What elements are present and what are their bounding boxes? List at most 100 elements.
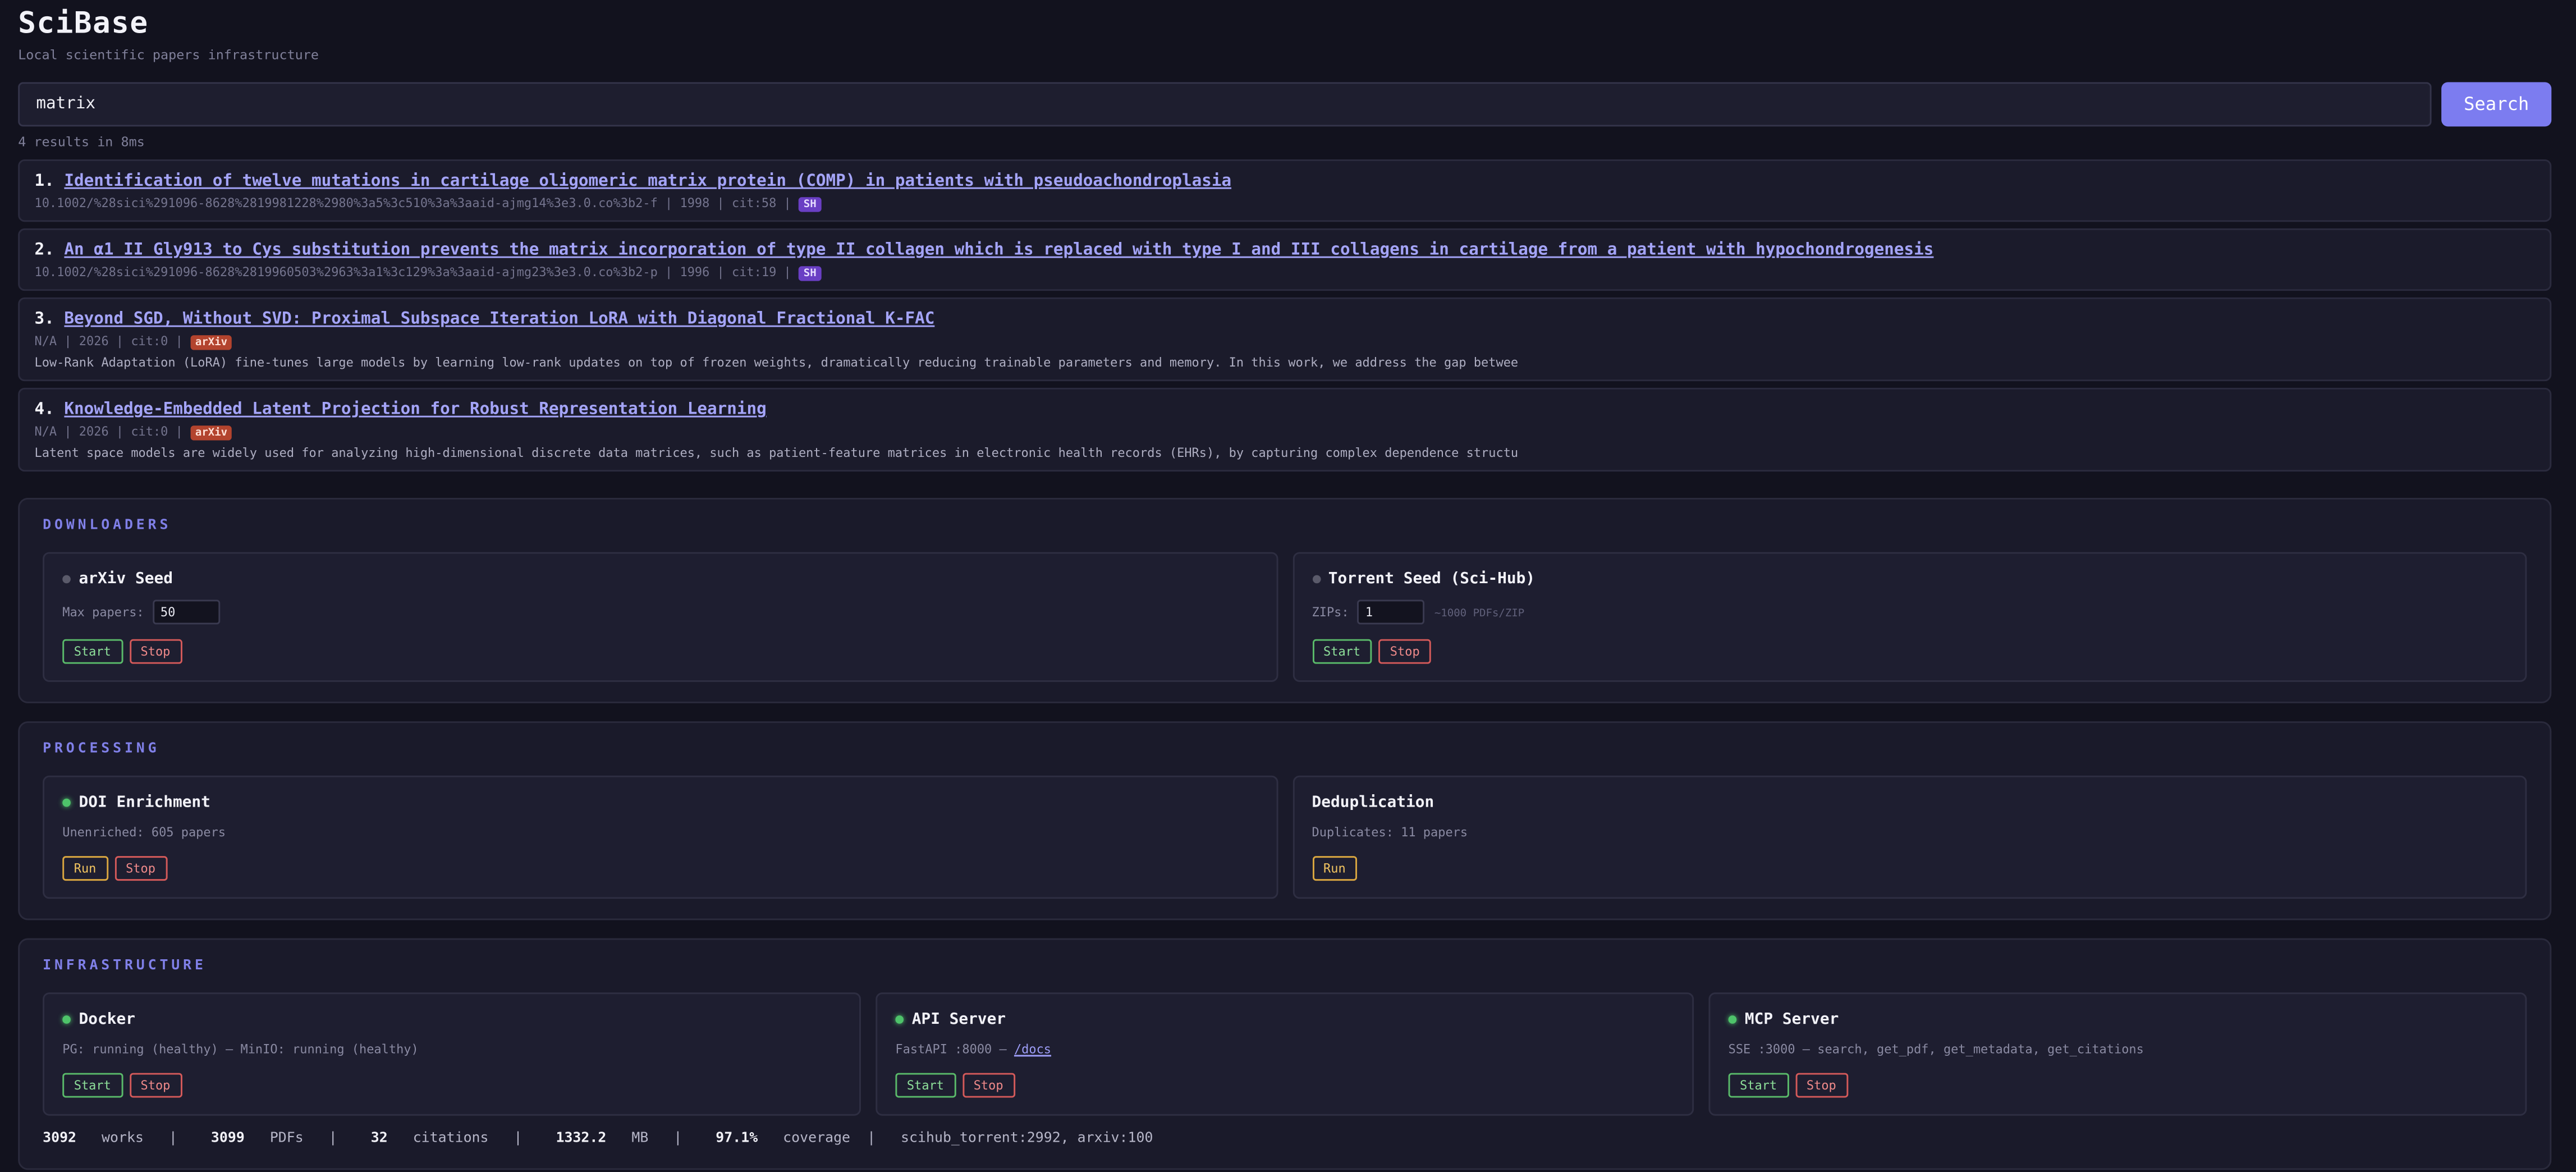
field-label: Max papers: <box>62 605 144 620</box>
citations-count: 32 <box>370 1130 388 1147</box>
downloaders-section: DOWNLOADERS arXiv Seed Max papers: Start… <box>18 498 2552 703</box>
citations-label: citations <box>412 1130 489 1147</box>
doi-run-button[interactable]: Run <box>62 856 108 881</box>
torrent-start-button[interactable]: Start <box>1312 639 1372 664</box>
api-start-button[interactable]: Start <box>895 1073 956 1098</box>
api-desc-text: FastAPI :8000 — <box>895 1041 1014 1057</box>
result-title-link[interactable]: Identification of twelve mutations in ca… <box>64 172 1231 190</box>
stats-separator: | <box>168 1130 177 1147</box>
card-description: Duplicates: 11 papers <box>1312 825 1468 840</box>
storage-label: MB <box>631 1130 649 1147</box>
arxiv-start-button[interactable]: Start <box>62 639 123 664</box>
doi-stop-button[interactable]: Stop <box>114 856 167 881</box>
result-title-link[interactable]: Knowledge-Embedded Latent Projection for… <box>64 401 766 419</box>
torrent-seed-card: Torrent Seed (Sci-Hub) ZIPs: ~1000 PDFs/… <box>1292 552 2527 682</box>
card-title: MCP Server <box>1728 1009 2508 1028</box>
stats-separator: | <box>514 1130 522 1147</box>
card-title: arXiv Seed <box>62 569 1258 588</box>
result-title-link[interactable]: Beyond SGD, Without SVD: Proximal Subspa… <box>64 310 934 328</box>
result-number: 3. <box>34 310 54 329</box>
source-badge: SH <box>798 266 822 281</box>
result-number: 1. <box>34 172 54 191</box>
results-count: 4 results in 8ms <box>18 135 145 150</box>
arxiv-seed-card: arXiv Seed Max papers: Start Stop <box>43 552 1278 682</box>
source-breakdown: scihub_torrent:2992, arxiv:100 <box>901 1130 1153 1147</box>
result-meta-text: N/A | 2026 | cit:0 | <box>34 424 191 439</box>
max-papers-input[interactable] <box>152 599 220 625</box>
card-title: Docker <box>62 1009 841 1028</box>
card-title-label: API Server <box>911 1009 1006 1028</box>
status-dot-icon <box>895 1014 904 1023</box>
zips-field: ZIPs: ~1000 PDFs/ZIP <box>1312 599 2508 625</box>
app-title: SciBase <box>18 6 149 42</box>
deduplication-card: Deduplication Duplicates: 11 papers Run <box>1292 775 2527 899</box>
docker-stop-button[interactable]: Stop <box>129 1073 182 1098</box>
torrent-stop-button[interactable]: Stop <box>1378 639 1432 664</box>
result-heading: 1. Identification of twelve mutations in… <box>34 171 2535 194</box>
infrastructure-section: INFRASTRUCTURE Docker PG: running (healt… <box>18 938 2552 1170</box>
processing-section: PROCESSING DOI Enrichment Unenriched: 60… <box>18 721 2552 921</box>
result-heading: 4. Knowledge-Embedded Latent Projection … <box>34 399 2535 422</box>
source-badge: arXiv <box>190 425 232 441</box>
pdfs-label: PDFs <box>269 1130 304 1147</box>
app-subtitle: Local scientific papers infrastructure <box>18 47 319 63</box>
card-title-label: Torrent Seed (Sci-Hub) <box>1328 569 1535 588</box>
card-title-label: arXiv Seed <box>79 569 173 588</box>
arxiv-stop-button[interactable]: Stop <box>129 639 182 664</box>
result-heading: 3. Beyond SGD, Without SVD: Proximal Sub… <box>34 309 2535 332</box>
pdfs-count: 3099 <box>210 1130 245 1147</box>
card-title: DOI Enrichment <box>62 792 1258 812</box>
result-heading: 2. An α1 II Gly913 to Cys substitution p… <box>34 240 2535 263</box>
section-title: PROCESSING <box>43 741 160 758</box>
result-item: 2. An α1 II Gly913 to Cys substitution p… <box>18 228 2552 291</box>
docker-start-button[interactable]: Start <box>62 1073 123 1098</box>
card-description: PG: running (healthy) — MinIO: running (… <box>62 1041 419 1057</box>
mcp-start-button[interactable]: Start <box>1728 1073 1789 1098</box>
coverage-value: 97.1% <box>716 1130 758 1147</box>
card-title-label: MCP Server <box>1744 1009 1839 1028</box>
works-label: works <box>102 1130 144 1147</box>
result-meta: 10.1002/%28sici%291096-8628%2819981228%2… <box>34 195 2535 212</box>
stats-separator: | <box>673 1130 682 1147</box>
result-number: 4. <box>34 401 54 419</box>
docker-card: Docker PG: running (healthy) — MinIO: ru… <box>43 992 861 1116</box>
result-item: 4. Knowledge-Embedded Latent Projection … <box>18 387 2552 472</box>
stats-separator: | <box>867 1130 876 1147</box>
stats-separator: | <box>328 1130 337 1147</box>
zips-input[interactable] <box>1357 599 1425 625</box>
source-badge: SH <box>798 197 822 212</box>
section-title: DOWNLOADERS <box>43 518 172 534</box>
card-description: SSE :3000 — search, get_pdf, get_metadat… <box>1728 1041 2144 1057</box>
results-list: 1. Identification of twelve mutations in… <box>18 159 2552 472</box>
section-title: INFRASTRUCTURE <box>43 958 207 974</box>
card-title-label: Docker <box>79 1009 136 1028</box>
result-item: 1. Identification of twelve mutations in… <box>18 159 2552 222</box>
result-meta: N/A | 2026 | cit:0 | arXiv <box>34 424 2535 441</box>
mcp-stop-button[interactable]: Stop <box>1795 1073 1848 1098</box>
works-count: 3092 <box>43 1130 77 1147</box>
source-badge: arXiv <box>190 335 232 350</box>
search-input[interactable] <box>18 82 2432 127</box>
app-root: SciBase Local scientific papers infrastr… <box>0 0 2576 1170</box>
card-description: Unenriched: 605 papers <box>62 825 226 840</box>
status-dot-icon <box>1728 1014 1737 1023</box>
card-title: API Server <box>895 1009 1674 1028</box>
search-bar: Search <box>18 82 2552 127</box>
field-hint: ~1000 PDFs/ZIP <box>1434 605 1525 619</box>
result-title-link[interactable]: An α1 II Gly913 to Cys substitution prev… <box>64 241 1933 259</box>
result-abstract: Latent space models are widely used for … <box>34 445 1519 460</box>
card-title-label: Deduplication <box>1312 793 1434 811</box>
storage-size: 1332.2 <box>556 1130 607 1147</box>
doi-enrichment-card: DOI Enrichment Unenriched: 605 papers Ru… <box>43 775 1278 899</box>
card-title: Torrent Seed (Sci-Hub) <box>1312 569 2508 588</box>
result-meta: N/A | 2026 | cit:0 | arXiv <box>34 333 2535 350</box>
search-button[interactable]: Search <box>2441 82 2552 127</box>
coverage-label: coverage <box>783 1130 851 1147</box>
docs-link[interactable]: /docs <box>1014 1042 1051 1056</box>
result-number: 2. <box>34 241 54 260</box>
result-meta-text: 10.1002/%28sici%291096-8628%2819981228%2… <box>34 195 799 210</box>
dedup-run-button[interactable]: Run <box>1312 856 1358 881</box>
status-dot-icon <box>1312 574 1321 583</box>
api-stop-button[interactable]: Stop <box>962 1073 1015 1098</box>
result-meta: 10.1002/%28sici%291096-8628%2819960503%2… <box>34 264 2535 281</box>
